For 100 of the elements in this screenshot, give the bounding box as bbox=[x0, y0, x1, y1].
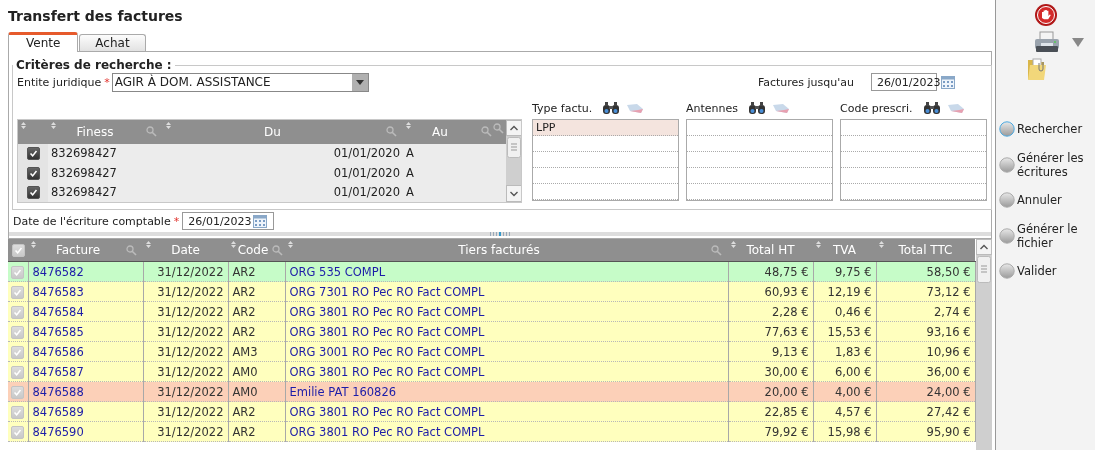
table-cell: 31/12/2022 bbox=[157, 384, 224, 399]
sort-icon[interactable] bbox=[288, 241, 293, 248]
sort-icon[interactable] bbox=[166, 122, 171, 129]
sort-icon[interactable] bbox=[406, 122, 411, 129]
link[interactable]: 8476585 bbox=[32, 324, 84, 339]
link[interactable]: 8476589 bbox=[32, 404, 84, 419]
link[interactable]: ORG 3801 RO Pec RO Fact COMPL bbox=[289, 324, 485, 339]
checkbox[interactable] bbox=[11, 385, 25, 399]
required-mark: * bbox=[104, 75, 110, 89]
search-icon[interactable] bbox=[272, 244, 284, 256]
checkbox[interactable] bbox=[11, 345, 25, 359]
field-label: Factures jusqu'au bbox=[757, 75, 854, 89]
table-cell: AR2 bbox=[232, 304, 256, 319]
checkbox[interactable] bbox=[11, 365, 25, 379]
link[interactable]: ORG 3801 RO Pec RO Fact COMPL bbox=[289, 424, 485, 439]
checkbox[interactable] bbox=[11, 305, 25, 319]
search-icon[interactable] bbox=[481, 126, 492, 138]
link[interactable]: Emilie PAT 160826 bbox=[289, 384, 397, 399]
printer-icon[interactable] bbox=[1033, 31, 1060, 53]
link[interactable]: 8476582 bbox=[32, 264, 84, 279]
selection-list[interactable]: LPP bbox=[532, 119, 679, 201]
calendar-icon[interactable] bbox=[252, 214, 267, 228]
search-icon[interactable] bbox=[711, 244, 722, 256]
sort-icon[interactable] bbox=[731, 241, 736, 248]
checkbox[interactable] bbox=[11, 405, 25, 419]
selection-list[interactable] bbox=[840, 119, 987, 201]
link[interactable]: 8476586 bbox=[32, 344, 84, 359]
search-icon[interactable] bbox=[126, 244, 137, 256]
checkbox[interactable] bbox=[11, 325, 25, 339]
table-cell: AR2 bbox=[232, 424, 256, 439]
table-cell: 48,75 € bbox=[764, 264, 809, 279]
dropdown-arrow-icon[interactable] bbox=[1071, 37, 1084, 47]
sort-icon[interactable] bbox=[31, 241, 36, 248]
eraser-icon[interactable] bbox=[773, 103, 790, 113]
table-cell: 15,53 € bbox=[827, 324, 872, 339]
sort-icon[interactable] bbox=[879, 241, 884, 248]
scrollbar[interactable] bbox=[506, 120, 521, 202]
action-button[interactable]: Générer le fichier bbox=[996, 221, 1095, 251]
table-cell: 6,00 € bbox=[834, 364, 872, 379]
table-cell: 31/12/2022 bbox=[157, 364, 224, 379]
table-cell: 9,75 € bbox=[834, 264, 872, 279]
table-cell: AM0 bbox=[232, 364, 258, 379]
action-button[interactable]: Valider bbox=[996, 263, 1095, 280]
checkbox[interactable] bbox=[26, 166, 40, 180]
sort-icon[interactable] bbox=[816, 241, 821, 248]
binoculars-icon[interactable] bbox=[923, 102, 940, 114]
sort-icon[interactable] bbox=[21, 122, 26, 129]
table-cell: 77,63 € bbox=[764, 324, 809, 339]
table-cell: A bbox=[406, 146, 414, 161]
table-cell: 01/01/2020 bbox=[333, 146, 400, 161]
link[interactable]: 8476587 bbox=[32, 364, 84, 379]
checkbox[interactable] bbox=[11, 285, 25, 299]
link[interactable]: 8476590 bbox=[32, 424, 84, 439]
splitter-handle[interactable] bbox=[489, 232, 511, 236]
tab[interactable]: Achat bbox=[79, 34, 146, 51]
action-button[interactable]: Rechercher bbox=[996, 121, 1095, 138]
table-cell: 12,19 € bbox=[827, 284, 872, 299]
selection-list[interactable] bbox=[686, 119, 833, 201]
search-icon[interactable] bbox=[493, 123, 504, 134]
binoculars-icon[interactable] bbox=[749, 102, 766, 114]
eraser-icon[interactable] bbox=[627, 103, 644, 113]
link[interactable]: ORG 3001 RO Pec RO Fact COMPL bbox=[289, 344, 485, 359]
link[interactable]: ORG 3801 RO Pec RO Fact COMPL bbox=[289, 404, 485, 419]
tab[interactable]: Vente bbox=[8, 32, 79, 52]
list-item[interactable]: LPP bbox=[533, 120, 678, 136]
sort-icon[interactable] bbox=[146, 241, 151, 248]
link[interactable]: ORG 535 COMPL bbox=[289, 264, 386, 279]
entity-dropdown[interactable]: AGIR À DOM. ASSISTANCE bbox=[111, 72, 369, 92]
search-icon[interactable] bbox=[386, 126, 397, 138]
link[interactable]: 8476588 bbox=[32, 384, 84, 399]
table-cell: 60,93 € bbox=[764, 284, 809, 299]
checkbox[interactable] bbox=[11, 425, 25, 439]
table-cell: 31/12/2022 bbox=[157, 344, 224, 359]
action-button[interactable]: Annuler bbox=[996, 192, 1095, 209]
link[interactable]: ORG 7301 RO Pec RO Fact COMPL bbox=[289, 284, 485, 299]
eraser-icon[interactable] bbox=[947, 103, 964, 113]
table-cell: A bbox=[406, 185, 414, 200]
sort-icon[interactable] bbox=[51, 122, 56, 129]
sort-icon[interactable] bbox=[231, 241, 236, 248]
link[interactable]: ORG 3801 RO Pec RO Fact COMPL bbox=[289, 304, 485, 319]
date-field[interactable]: 26/01/2023 bbox=[182, 212, 275, 230]
checkbox[interactable] bbox=[11, 265, 25, 279]
table-cell: 20,00 € bbox=[764, 384, 809, 399]
select-all-checkbox[interactable] bbox=[11, 244, 25, 257]
table-cell: 24,00 € bbox=[926, 384, 971, 399]
action-button[interactable]: Générer les écritures bbox=[996, 150, 1095, 180]
binoculars-icon[interactable] bbox=[603, 102, 620, 114]
table-cell: AM3 bbox=[232, 344, 258, 359]
link[interactable]: 8476584 bbox=[32, 304, 84, 319]
calendar-icon[interactable] bbox=[941, 75, 956, 89]
table-cell: AR2 bbox=[232, 324, 256, 339]
table-cell: 31/12/2022 bbox=[157, 324, 224, 339]
list-label: Antennes bbox=[686, 101, 739, 115]
stop-hand-icon[interactable] bbox=[1033, 3, 1058, 27]
link[interactable]: 8476583 bbox=[32, 284, 84, 299]
table-cell: AR2 bbox=[232, 404, 256, 419]
link[interactable]: ORG 3801 RO Pec RO Fact COMPL bbox=[289, 364, 485, 379]
checkbox[interactable] bbox=[26, 186, 40, 200]
search-icon[interactable] bbox=[146, 126, 157, 138]
checkbox[interactable] bbox=[26, 147, 40, 161]
